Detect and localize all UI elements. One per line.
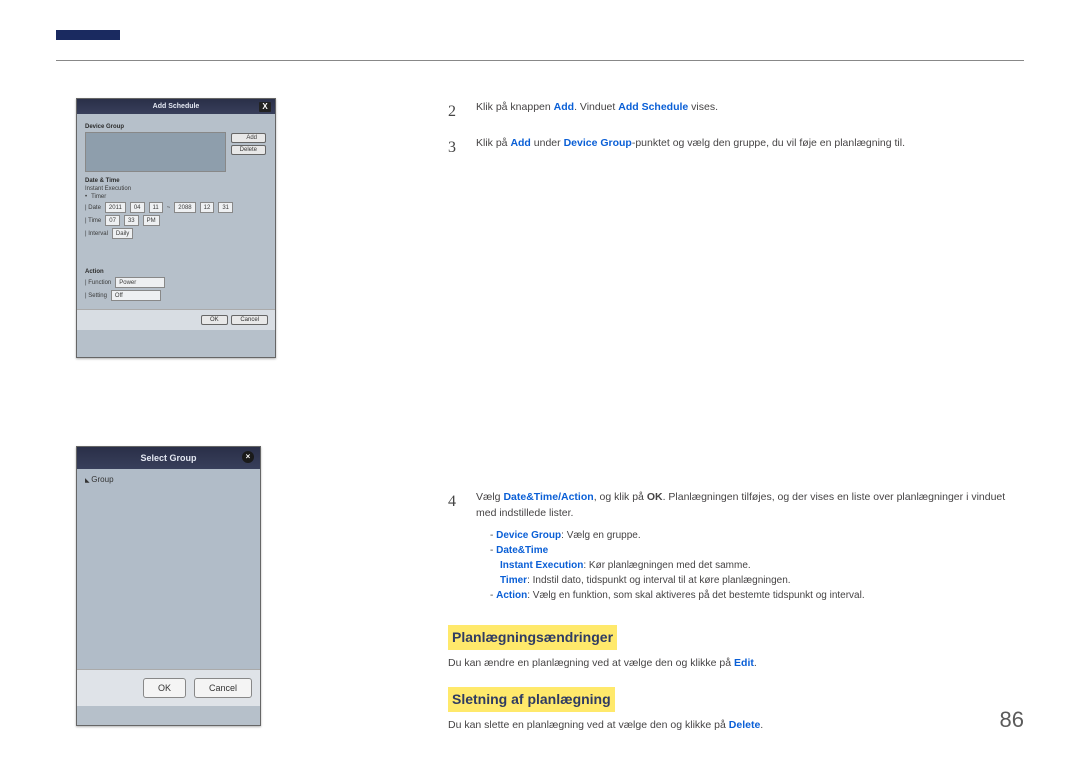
device-group-box xyxy=(85,132,226,172)
delete-button[interactable]: Delete xyxy=(231,145,266,155)
date-d1[interactable]: 11 xyxy=(149,202,163,213)
chapter-bar xyxy=(56,30,120,40)
setting-select[interactable]: Off xyxy=(111,290,161,301)
cancel-button[interactable]: Cancel xyxy=(231,315,268,325)
add-schedule-dialog: Add Schedule X Device Group Add Delete D… xyxy=(76,98,276,358)
close-icon[interactable]: × xyxy=(242,451,254,463)
date-m1[interactable]: 04 xyxy=(130,202,145,213)
setting-label: Setting xyxy=(85,293,107,299)
function-select[interactable]: Power xyxy=(115,277,165,288)
group-node[interactable]: Group xyxy=(85,475,252,484)
interval-label: Interval xyxy=(85,231,108,237)
dialog-footer: OK Cancel xyxy=(77,669,260,706)
function-label: Function xyxy=(85,280,111,286)
select-group-dialog: Select Group × Group OK Cancel xyxy=(76,446,261,726)
term-edit: Edit xyxy=(734,657,754,669)
date-label: Date xyxy=(85,205,101,211)
timer-radio[interactable]: Timer xyxy=(85,194,267,200)
page: Add Schedule X Device Group Add Delete D… xyxy=(0,0,1080,763)
dialog-body: Device Group Add Delete Date & Time Inst… xyxy=(77,114,275,309)
dialog-title: Add Schedule X xyxy=(77,99,275,114)
sublist: Device Group: Vælg en gruppe. Date&Time … xyxy=(490,528,1024,603)
time-m[interactable]: 33 xyxy=(124,215,139,226)
time-h[interactable]: 07 xyxy=(105,215,120,226)
dialog-title-text: Add Schedule xyxy=(153,103,200,110)
term-add-schedule: Add Schedule xyxy=(618,101,688,113)
date-y2[interactable]: 2088 xyxy=(174,202,195,213)
term-device-group: Device Group xyxy=(564,137,632,149)
page-number: 86 xyxy=(1000,707,1024,733)
add-button[interactable]: Add xyxy=(231,133,266,143)
step-text: Klik på Add under Device Group-punktet o… xyxy=(476,136,1024,160)
sub-item: Device Group: Vælg en gruppe. xyxy=(490,528,1024,543)
group-tree[interactable]: Group xyxy=(77,469,260,669)
step-text: Klik på knappen Add. Vinduet Add Schedul… xyxy=(476,100,1024,124)
sub-sub-item: Timer: Indstil dato, tidspunkt og interv… xyxy=(500,573,1024,588)
device-group-label: Device Group xyxy=(85,124,267,130)
step-number: 3 xyxy=(448,136,462,160)
step-number: 4 xyxy=(448,490,462,603)
term-add: Add xyxy=(510,137,530,149)
sub-item: Date&Time xyxy=(490,543,1024,558)
step-3: 3 Klik på Add under Device Group-punktet… xyxy=(448,136,1024,160)
step-number: 2 xyxy=(448,100,462,124)
date-m2[interactable]: 12 xyxy=(200,202,215,213)
top-rule xyxy=(56,60,1024,61)
sub-sub-item: Instant Execution: Kør planlægningen med… xyxy=(500,558,1024,573)
paragraph: Du kan ændre en planlægning ved at vælge… xyxy=(448,656,1024,672)
time-label: Time xyxy=(85,218,101,224)
term-add: Add xyxy=(554,101,574,113)
term-delete: Delete xyxy=(729,719,761,731)
heading-changes: Planlægningsændringer xyxy=(448,625,617,650)
step-text: Vælg Date&Time/Action, og klik på OK. Pl… xyxy=(476,490,1024,603)
step-2: 2 Klik på knappen Add. Vinduet Add Sched… xyxy=(448,100,1024,124)
ok-button[interactable]: OK xyxy=(201,315,228,325)
step-4: 4 Vælg Date&Time/Action, og klik på OK. … xyxy=(448,490,1024,603)
date-y1[interactable]: 2011 xyxy=(105,202,126,213)
close-icon[interactable]: X xyxy=(259,102,271,112)
time-ap[interactable]: PM xyxy=(143,215,160,226)
sub-item: Action: Vælg en funktion, som skal aktiv… xyxy=(490,588,1024,603)
interval-select[interactable]: Daily xyxy=(112,228,133,239)
date-d2[interactable]: 31 xyxy=(218,202,233,213)
cancel-button[interactable]: Cancel xyxy=(194,678,252,698)
instant-execution-radio[interactable]: Instant Execution xyxy=(85,186,267,192)
date-time-label: Date & Time xyxy=(85,178,267,184)
term-date-time-action: Date&Time/Action xyxy=(503,491,593,503)
dialog-title: Select Group × xyxy=(77,447,260,469)
heading-delete: Sletning af planlægning xyxy=(448,687,615,712)
term-ok: OK xyxy=(647,491,663,503)
action-label: Action xyxy=(85,269,267,275)
content-column: 2 Klik på knappen Add. Vinduet Add Sched… xyxy=(448,100,1024,740)
paragraph: Du kan slette en planlægning ved at vælg… xyxy=(448,718,1024,734)
ok-button[interactable]: OK xyxy=(143,678,186,698)
dialog-footer: OK Cancel xyxy=(77,309,275,330)
dialog-title-text: Select Group xyxy=(140,453,196,463)
